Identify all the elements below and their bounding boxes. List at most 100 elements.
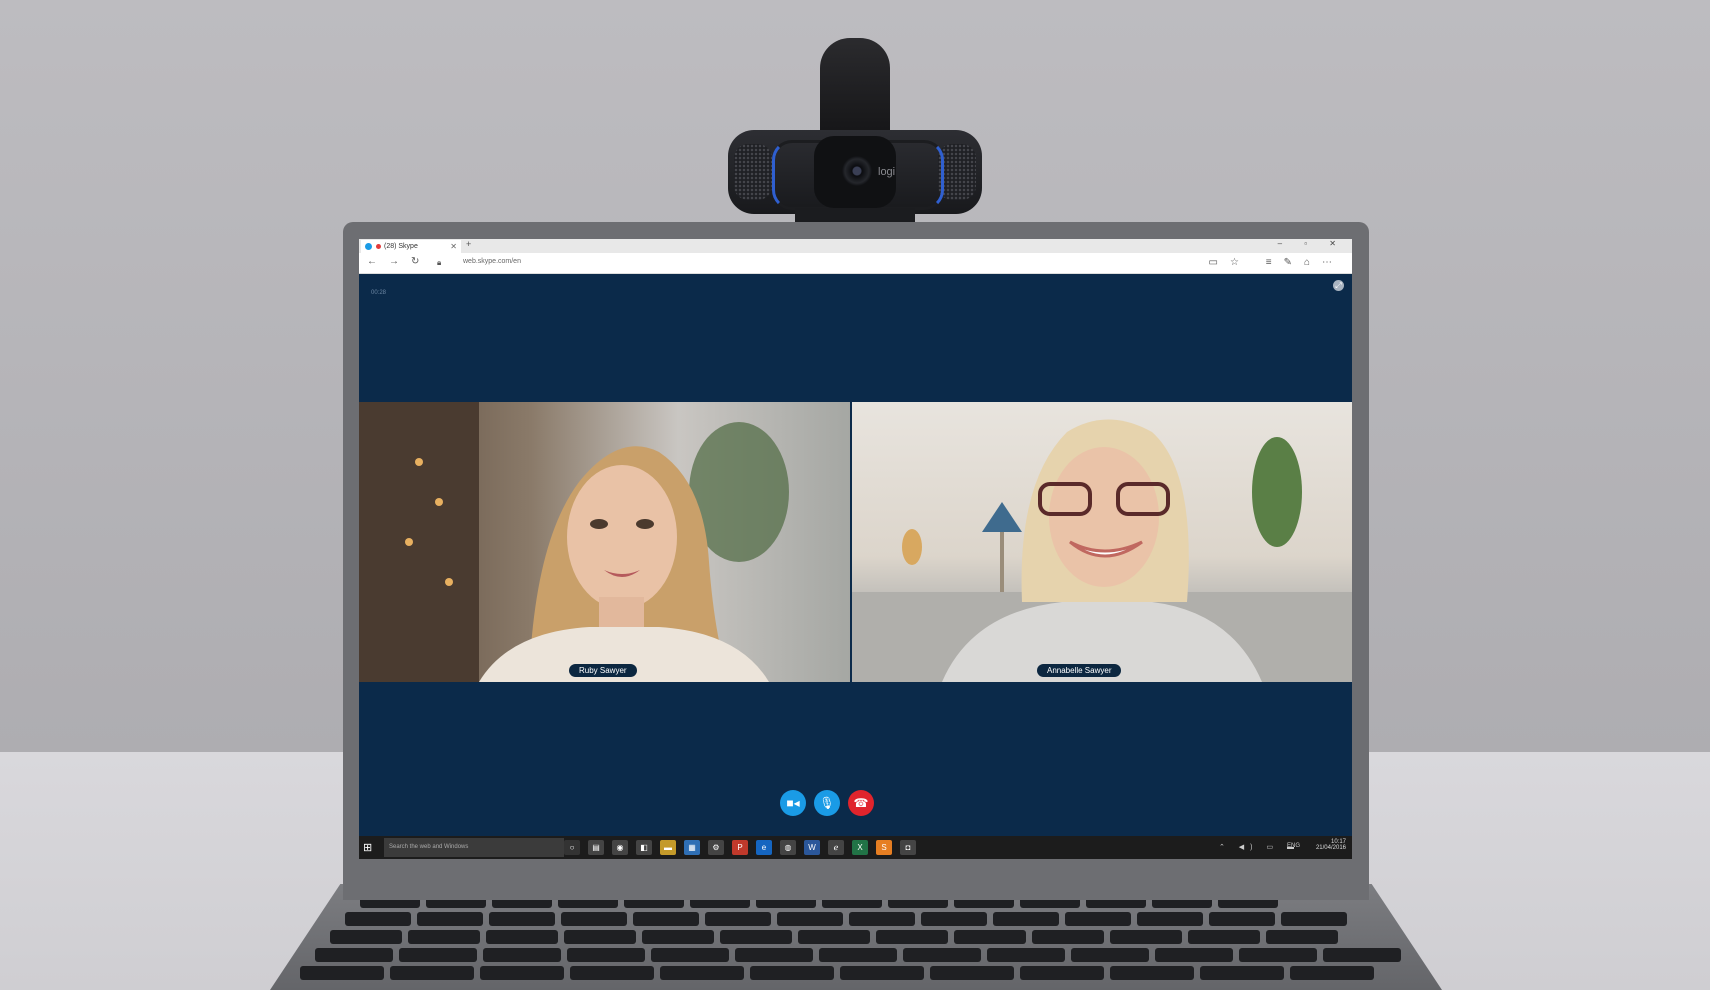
url-field[interactable]: web.skype.com/en — [463, 258, 521, 265]
keyboard-key — [903, 948, 981, 962]
keyboard-key — [399, 948, 477, 962]
microphone-button[interactable]: 🎙︎ — [814, 790, 840, 816]
keyboard-key — [1137, 912, 1203, 926]
keyboard-key — [1266, 930, 1338, 944]
windows-start-icon[interactable]: ⊞ — [363, 841, 372, 854]
new-tab-button[interactable]: + — [466, 239, 471, 249]
participant-name-tag: Ruby Sawyer — [569, 664, 637, 677]
keyboard-key — [930, 966, 1014, 980]
keyboard-key — [417, 912, 483, 926]
keyboard-key — [849, 912, 915, 926]
taskbar-app-icons: ○ ▤ ◉ ◧ ▬ ▦ ⚙ P e ◍ W ℯ X S ◘ — [564, 840, 916, 855]
keyboard-key — [651, 948, 729, 962]
keyboard-key — [1110, 966, 1194, 980]
keyboard-key — [720, 930, 792, 944]
keyboard-key — [660, 966, 744, 980]
word-icon[interactable]: W — [804, 840, 820, 855]
hang-up-button[interactable]: ☎︎ — [848, 790, 874, 816]
camera-app-icon[interactable]: ◘ — [900, 840, 916, 855]
video-grid: Ruby Sawyer Annabelle Sawyer — [359, 402, 1352, 682]
browser-tab[interactable]: (28) Skype ✕ — [361, 240, 461, 253]
close-tab-icon[interactable]: ✕ — [450, 240, 457, 253]
keyboard-key — [315, 948, 393, 962]
taskbar-search-input[interactable]: Search the web and Windows — [384, 838, 564, 857]
keyboard-key — [1323, 948, 1401, 962]
cortana-icon[interactable]: ○ — [564, 840, 580, 855]
keyboard-key — [642, 930, 714, 944]
keyboard-key — [1290, 966, 1374, 980]
store-icon[interactable]: ◧ — [636, 840, 652, 855]
string-light — [445, 578, 453, 586]
skype-taskbar-icon[interactable]: S — [876, 840, 892, 855]
keyboard-key — [1209, 912, 1275, 926]
keyboard-key — [330, 930, 402, 944]
browser-tab-bar: (28) Skype ✕ + – ▫ ✕ — [359, 239, 1352, 253]
lamp-stand-shape — [1000, 532, 1004, 592]
keyboard-key — [408, 930, 480, 944]
keyboard-key — [993, 912, 1059, 926]
keyboard-key — [798, 930, 870, 944]
lamp-shade-shape — [982, 502, 1022, 532]
keyboard-key — [954, 930, 1026, 944]
keyboard-key — [489, 912, 555, 926]
string-light — [415, 458, 423, 466]
expand-icon[interactable]: ⤢ — [1333, 280, 1344, 291]
tray-language[interactable]: ENG — [1287, 843, 1300, 849]
keyboard-key — [390, 966, 474, 980]
webcam-front: logi — [814, 136, 896, 208]
people-icon[interactable]: ◍ — [780, 840, 796, 855]
keyboard-key — [564, 930, 636, 944]
keyboard-key — [561, 912, 627, 926]
string-light — [435, 498, 443, 506]
photos-icon[interactable]: ▦ — [684, 840, 700, 855]
powerpoint-icon[interactable]: P — [732, 840, 748, 855]
chrome-icon[interactable]: ◉ — [612, 840, 628, 855]
settings-icon[interactable]: ⚙ — [708, 840, 724, 855]
keyboard-key — [777, 912, 843, 926]
windows-taskbar: ⊞ Search the web and Windows ○ ▤ ◉ ◧ ▬ ▦… — [359, 836, 1352, 859]
keyboard-key — [1071, 948, 1149, 962]
keyboard-key — [570, 966, 654, 980]
back-arrow-icon[interactable]: ← — [367, 256, 377, 267]
taskbar-clock[interactable]: 10:17 21/04/2016 — [1316, 839, 1346, 851]
face-shape — [567, 465, 677, 609]
skype-icon — [365, 242, 372, 250]
edge-icon[interactable]: e — [756, 840, 772, 855]
lock-icon: 🔒︎ — [437, 258, 442, 267]
excel-icon[interactable]: X — [852, 840, 868, 855]
keyboard-key — [987, 948, 1065, 962]
forward-arrow-icon[interactable]: → — [389, 256, 399, 267]
keyboard-key — [1188, 930, 1260, 944]
keyboard-key — [1200, 966, 1284, 980]
bookshelf-shape — [359, 402, 479, 682]
call-timer: 00:28 — [371, 290, 387, 296]
keyboard-key — [483, 948, 561, 962]
keyboard-key — [1032, 930, 1104, 944]
string-light — [405, 538, 413, 546]
recording-dot-icon — [376, 243, 381, 249]
file-explorer-icon[interactable]: ▬ — [660, 840, 676, 855]
ie-icon[interactable]: ℯ — [828, 840, 844, 855]
plant-shape — [1252, 437, 1302, 547]
keyboard-key — [840, 966, 924, 980]
vase-shape — [902, 529, 922, 565]
keyboard-key — [480, 966, 564, 980]
keyboard-key — [876, 930, 948, 944]
eye-shape — [590, 519, 608, 529]
participant-video-ruby: Ruby Sawyer — [359, 402, 850, 682]
webcam: logi — [728, 130, 982, 214]
keyboard-key — [819, 948, 897, 962]
notes-icon[interactable]: ▤ — [588, 840, 604, 855]
keyboard-key — [1281, 912, 1347, 926]
browser-toolbar-icons[interactable]: ▭☆ ≡✎⌂⋯ — [1209, 257, 1344, 268]
keyboard-key — [486, 930, 558, 944]
window-controls[interactable]: – ▫ ✕ — [1278, 239, 1346, 248]
webcam-grill-left — [734, 144, 772, 200]
keyboard-key — [735, 948, 813, 962]
refresh-icon[interactable]: ↻ — [411, 256, 419, 267]
keyboard-key — [1065, 912, 1131, 926]
microphone-icon: 🎙︎ — [819, 796, 835, 810]
webcam-privacy-shutter — [820, 38, 890, 138]
video-camera-button[interactable]: ■◂ — [780, 790, 806, 816]
participant-video-image — [359, 402, 789, 682]
